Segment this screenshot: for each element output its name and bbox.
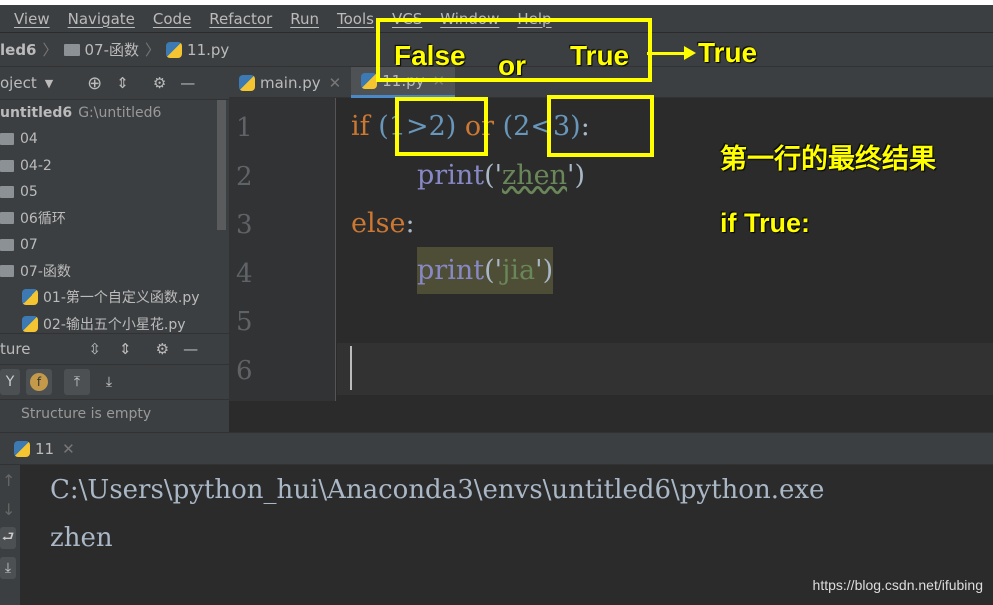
menu-tools[interactable]: Tools	[337, 10, 374, 28]
collapse-icon[interactable]: ⇕	[116, 74, 129, 92]
structure-panel-header: ture ⇳ ⇕ ⚙ —	[0, 333, 229, 365]
tab-label: main.py	[260, 73, 321, 92]
folder-icon	[0, 238, 14, 251]
tree-root[interactable]: untitled6 G:\untitled6	[0, 100, 229, 126]
expand-all-icon[interactable]: ⇳	[88, 340, 101, 358]
python-file-icon	[166, 41, 183, 58]
console-line: zhen	[50, 523, 113, 553]
structure-empty-text: Structure is empty	[0, 400, 229, 432]
soft-wrap-icon[interactable]: ⮐	[0, 527, 16, 549]
run-tool-window-tabs: 11 ✕	[0, 432, 993, 465]
gear-icon[interactable]: ⚙	[156, 340, 169, 358]
folder-icon	[63, 43, 80, 56]
tree-item-label: 02-输出五个小星花.py	[43, 316, 186, 333]
folder-icon	[0, 133, 14, 146]
python-icon	[14, 440, 30, 457]
breadcrumb-folder[interactable]: 07-函数	[85, 39, 140, 60]
tree-item-label: 01-第一个自定义函数.py	[43, 290, 200, 307]
run-toolbar: ↑ ↓ ⮐ ⤓	[0, 465, 20, 605]
tree-item[interactable]: 01-第一个自定义函数.py	[0, 284, 229, 310]
structure-panel-title: ture	[0, 340, 31, 358]
minimize-icon[interactable]: —	[183, 340, 198, 358]
structure-toolbar: Y f ⤒ ⤓	[0, 365, 229, 400]
line-number: 4	[236, 259, 253, 289]
hierarchy-icon[interactable]: Y	[0, 369, 20, 395]
collapse-all-icon[interactable]: ⇕	[119, 340, 132, 358]
tree-item-label: 04-2	[20, 157, 52, 174]
text-cursor	[350, 346, 352, 390]
project-tree: untitled6 G:\untitled6 04 04-2 05 06循环 07 07-函…	[0, 100, 229, 333]
tree-item-label: 04	[20, 131, 38, 148]
current-line-highlight	[337, 343, 993, 395]
down-arrow-icon[interactable]: ↓	[0, 496, 20, 523]
tree-item[interactable]: 06循环	[0, 205, 229, 231]
menu-refactor[interactable]: Refactor	[209, 10, 272, 28]
line-number: 2	[236, 162, 253, 192]
line-number: 1	[236, 113, 253, 143]
tree-item-label: 07-函数	[20, 263, 71, 280]
close-icon[interactable]: ✕	[329, 74, 342, 92]
menu-view[interactable]: View	[14, 10, 50, 28]
line-number: 5	[236, 307, 253, 337]
code-line-3: else:	[351, 208, 415, 239]
menu-code[interactable]: Code	[153, 10, 191, 28]
line-number: 6	[236, 356, 253, 386]
show-fields-icon[interactable]: f	[26, 369, 52, 395]
minimize-icon[interactable]: —	[180, 74, 195, 92]
annotation-note-2: if True:	[720, 208, 811, 238]
python-file-icon	[22, 315, 38, 332]
folder-icon	[0, 186, 14, 199]
tree-item[interactable]: 07-函数	[0, 258, 229, 284]
annotation-box-left	[395, 97, 488, 156]
gear-icon[interactable]: ⚙	[153, 74, 166, 92]
scroll-to-end-icon[interactable]: ⤓	[0, 557, 16, 579]
tree-item[interactable]: 04	[0, 126, 229, 152]
python-file-icon	[361, 73, 378, 89]
root-name: untitled6	[0, 105, 73, 122]
breadcrumb-project[interactable]: led6	[0, 41, 37, 59]
run-tab-11[interactable]: 11 ✕	[0, 433, 85, 464]
line-number-gutter: 1 2 3 4 5 6	[229, 98, 336, 401]
project-panel-title[interactable]: oject	[0, 74, 37, 92]
root-path: G:\untitled6	[78, 105, 162, 122]
tree-item-label: 05	[20, 184, 38, 201]
tree-item[interactable]: 07	[0, 231, 229, 257]
folder-icon	[0, 159, 14, 172]
annotation-box-right	[547, 95, 654, 157]
line-number: 3	[236, 210, 253, 240]
menu-run[interactable]: Run	[290, 10, 319, 28]
annotation-result: True	[698, 37, 758, 68]
annotation-note-1: 第一行的最终结果	[720, 144, 936, 174]
python-file-icon	[239, 74, 255, 91]
arrow-icon	[647, 52, 687, 55]
python-file-icon	[22, 289, 38, 306]
code-line-2: print('zhen')	[417, 160, 585, 191]
arrow-head-icon	[684, 46, 696, 60]
annotation-false: False	[394, 40, 466, 71]
annotation-or: or	[498, 50, 526, 81]
folder-icon	[0, 264, 14, 277]
scroll-from-source-icon[interactable]: ⤒	[64, 369, 90, 395]
tree-item-label: 06循环	[20, 211, 66, 228]
menu-navigate[interactable]: Navigate	[68, 10, 135, 28]
code-line-4: print('jia')	[417, 247, 554, 294]
scroll-to-source-icon[interactable]: ⤓	[96, 369, 122, 395]
locate-icon[interactable]: ⊕	[87, 73, 102, 94]
annotation-true: True	[570, 40, 630, 71]
tree-item[interactable]: 05	[0, 179, 229, 205]
run-tab-label: 11	[35, 439, 55, 458]
watermark: https://blog.csdn.net/ifubing	[812, 577, 983, 593]
scrollbar[interactable]	[217, 100, 226, 230]
breadcrumb-file[interactable]: 11.py	[187, 41, 229, 59]
tree-item[interactable]: 04-2	[0, 153, 229, 179]
tree-item-label: 07	[20, 236, 38, 253]
project-panel-header: oject ▼ ⊕ ⇕ ⚙ —	[0, 67, 229, 100]
tab-main-py[interactable]: main.py ✕	[229, 67, 351, 98]
up-arrow-icon[interactable]: ↑	[0, 465, 20, 496]
console-line: C:\Users\python_hui\Anaconda3\envs\untit…	[50, 475, 825, 505]
chevron-down-icon[interactable]: ▼	[45, 77, 53, 90]
close-icon[interactable]: ✕	[62, 440, 75, 458]
folder-icon	[0, 212, 14, 225]
